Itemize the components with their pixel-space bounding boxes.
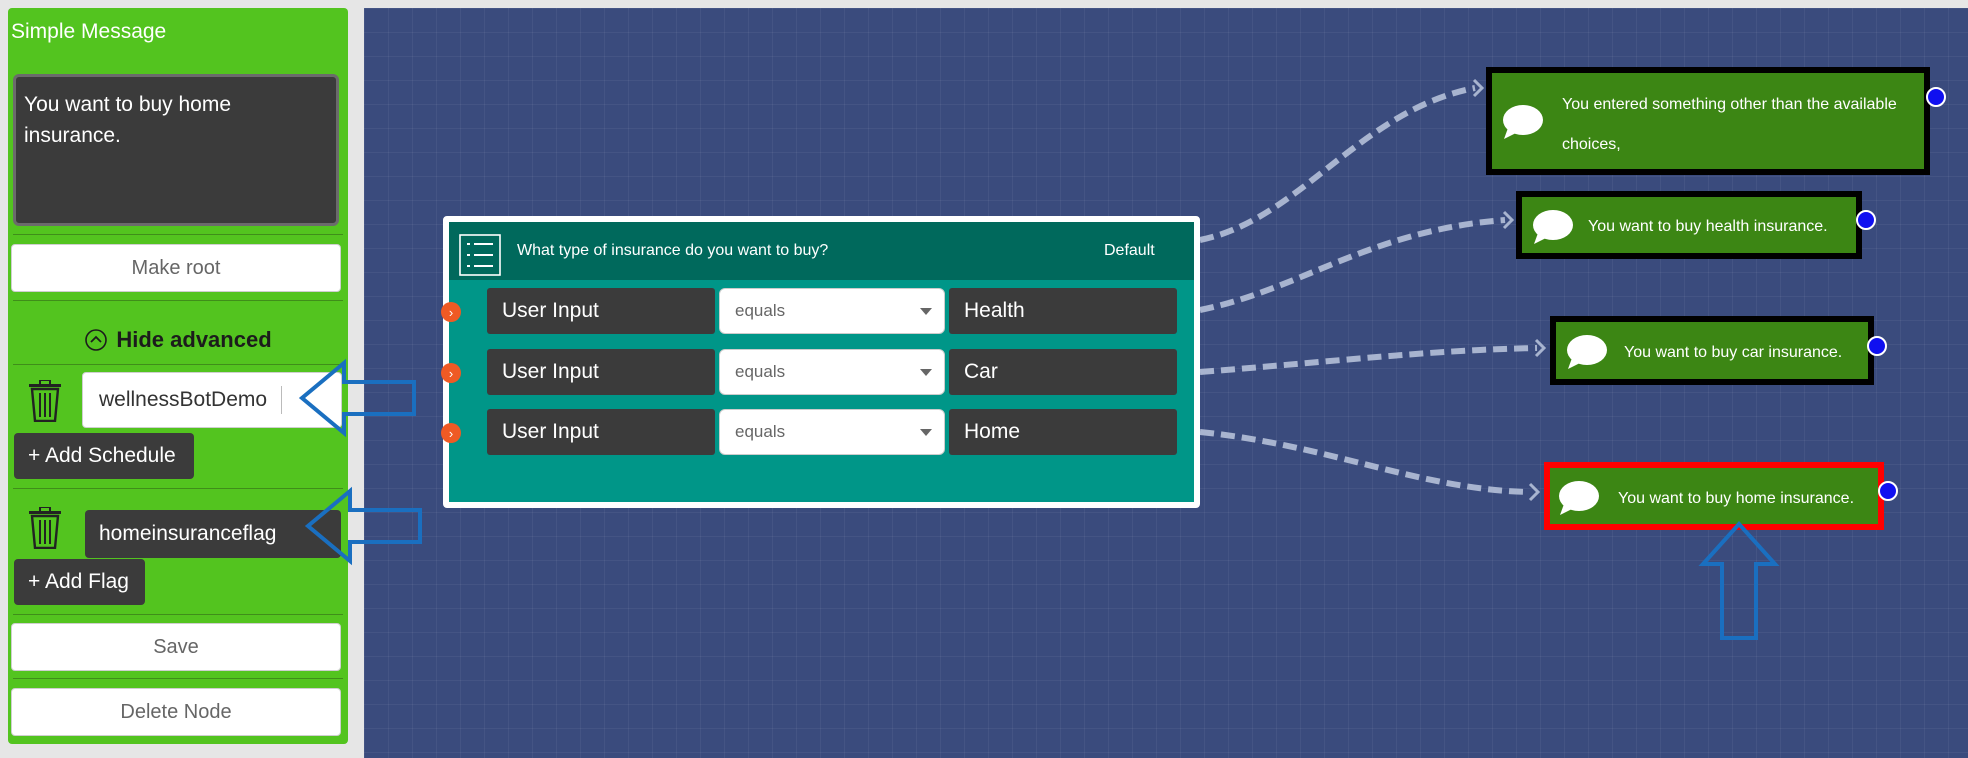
condition-field[interactable]: User Input bbox=[487, 409, 715, 455]
divider bbox=[13, 234, 343, 235]
add-schedule-button[interactable]: + Add Schedule bbox=[14, 433, 194, 479]
speech-bubble-icon bbox=[1567, 335, 1607, 369]
condition-operator-select[interactable]: equals bbox=[719, 288, 945, 334]
condition-value-input[interactable]: Home bbox=[949, 409, 1177, 455]
message-node-health[interactable]: You want to buy health insurance. bbox=[1516, 191, 1862, 259]
chevron-right-icon[interactable]: › bbox=[441, 363, 461, 383]
condition-field[interactable]: User Input bbox=[487, 349, 715, 395]
save-button[interactable]: Save bbox=[11, 623, 341, 671]
condition-operator-select[interactable]: equals bbox=[719, 349, 945, 395]
message-node-text: You want to buy health insurance. bbox=[1588, 218, 1828, 235]
divider bbox=[13, 678, 343, 679]
speech-bubble-icon bbox=[1503, 105, 1543, 139]
operator-value: equals bbox=[735, 362, 786, 381]
callout-arrow-left-icon bbox=[304, 486, 422, 566]
divider bbox=[13, 364, 343, 365]
caret-down-icon bbox=[920, 429, 932, 436]
operator-value: equals bbox=[735, 422, 786, 441]
sidebar-title: Simple Message bbox=[11, 20, 167, 43]
speech-bubble-icon bbox=[1533, 210, 1573, 244]
output-port[interactable] bbox=[1867, 336, 1887, 356]
operator-value: equals bbox=[735, 301, 786, 320]
condition-row: › User Input equals Health bbox=[441, 288, 1194, 336]
condition-operator-select[interactable]: equals bbox=[719, 409, 945, 455]
select-divider bbox=[281, 386, 283, 414]
chevron-right-icon[interactable]: › bbox=[441, 302, 461, 322]
callout-arrow-left-icon bbox=[298, 358, 416, 438]
schedule-value: wellnessBotDemo bbox=[99, 388, 268, 411]
message-node-text: You want to buy car insurance. bbox=[1624, 344, 1843, 361]
trash-icon[interactable] bbox=[28, 380, 62, 422]
output-port[interactable] bbox=[1856, 210, 1876, 230]
message-text-line: You entered something other than the ava… bbox=[1562, 96, 1897, 113]
caret-down-icon bbox=[920, 308, 932, 315]
hide-advanced-toggle[interactable]: Hide advanced bbox=[8, 322, 348, 358]
condition-row: › User Input equals Home bbox=[441, 409, 1194, 457]
speech-bubble-icon bbox=[1559, 481, 1599, 515]
decision-question: What type of insurance do you want to bu… bbox=[517, 242, 829, 259]
callout-arrow-up-icon bbox=[1698, 521, 1780, 640]
divider bbox=[13, 488, 343, 489]
condition-row: › User Input equals Car bbox=[441, 349, 1194, 397]
divider bbox=[13, 300, 343, 301]
make-root-button[interactable]: Make root bbox=[11, 244, 341, 292]
message-textarea[interactable]: You want to buy home insurance. bbox=[13, 74, 339, 226]
condition-field[interactable]: User Input bbox=[487, 288, 715, 334]
output-port[interactable] bbox=[1878, 481, 1898, 501]
message-node-text: You want to buy home insurance. bbox=[1618, 490, 1855, 507]
caret-down-icon bbox=[920, 369, 932, 376]
message-node-default[interactable]: You entered something other than the ava… bbox=[1486, 67, 1930, 175]
message-text-line: choices, bbox=[1562, 136, 1621, 153]
chevron-right-icon[interactable]: › bbox=[441, 423, 461, 443]
list-icon bbox=[459, 234, 501, 276]
add-flag-button[interactable]: + Add Flag bbox=[14, 559, 145, 605]
decision-node[interactable]: What type of insurance do you want to bu… bbox=[441, 216, 1200, 508]
trash-icon[interactable] bbox=[28, 507, 62, 549]
output-port[interactable] bbox=[1926, 87, 1946, 107]
delete-node-button[interactable]: Delete Node bbox=[11, 688, 341, 736]
hide-advanced-label: Hide advanced bbox=[116, 327, 272, 352]
chevron-up-circle-icon bbox=[84, 328, 108, 352]
divider bbox=[13, 614, 343, 615]
condition-value-input[interactable]: Health bbox=[949, 288, 1177, 334]
message-node-text: You entered something other than the ava… bbox=[1562, 85, 1897, 165]
message-node-car[interactable]: You want to buy car insurance. bbox=[1550, 316, 1874, 385]
condition-value-input[interactable]: Car bbox=[949, 349, 1177, 395]
default-port-label: Default bbox=[1104, 242, 1155, 259]
decision-node-header: What type of insurance do you want to bu… bbox=[449, 222, 1194, 280]
